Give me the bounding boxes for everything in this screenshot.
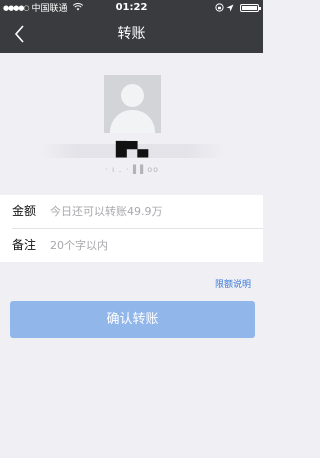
status-bar: ●●●●○ 中国联通 01:22 — [0, 0, 263, 16]
status-right — [215, 0, 261, 16]
note-label: 备注 — [12, 238, 37, 252]
confirm-transfer-button[interactable]: 确认转账 — [10, 301, 255, 338]
amount-input[interactable] — [50, 195, 250, 228]
page-title: 转账 — [117, 26, 146, 42]
battery-full-icon — [240, 3, 261, 12]
recipient-account: · ı . · ▌▌oo — [104, 165, 160, 174]
limit-info-link[interactable]: 限额说明 — [215, 277, 251, 290]
amount-row: 金额 — [0, 195, 263, 229]
amount-label: 金额 — [12, 204, 37, 218]
note-input[interactable] — [50, 229, 250, 262]
note-row: 备注 — [0, 229, 263, 262]
transfer-form: 金额 备注 — [0, 195, 263, 262]
nav-bar: 转账 — [0, 16, 263, 53]
default-avatar-icon — [104, 75, 161, 133]
location-arrow-icon — [226, 3, 237, 12]
rotation-lock-icon — [215, 3, 227, 12]
recipient-name: █▀▄ — [115, 142, 149, 158]
top-bar: ●●●●○ 中国联通 01:22 转账 — [0, 0, 263, 53]
